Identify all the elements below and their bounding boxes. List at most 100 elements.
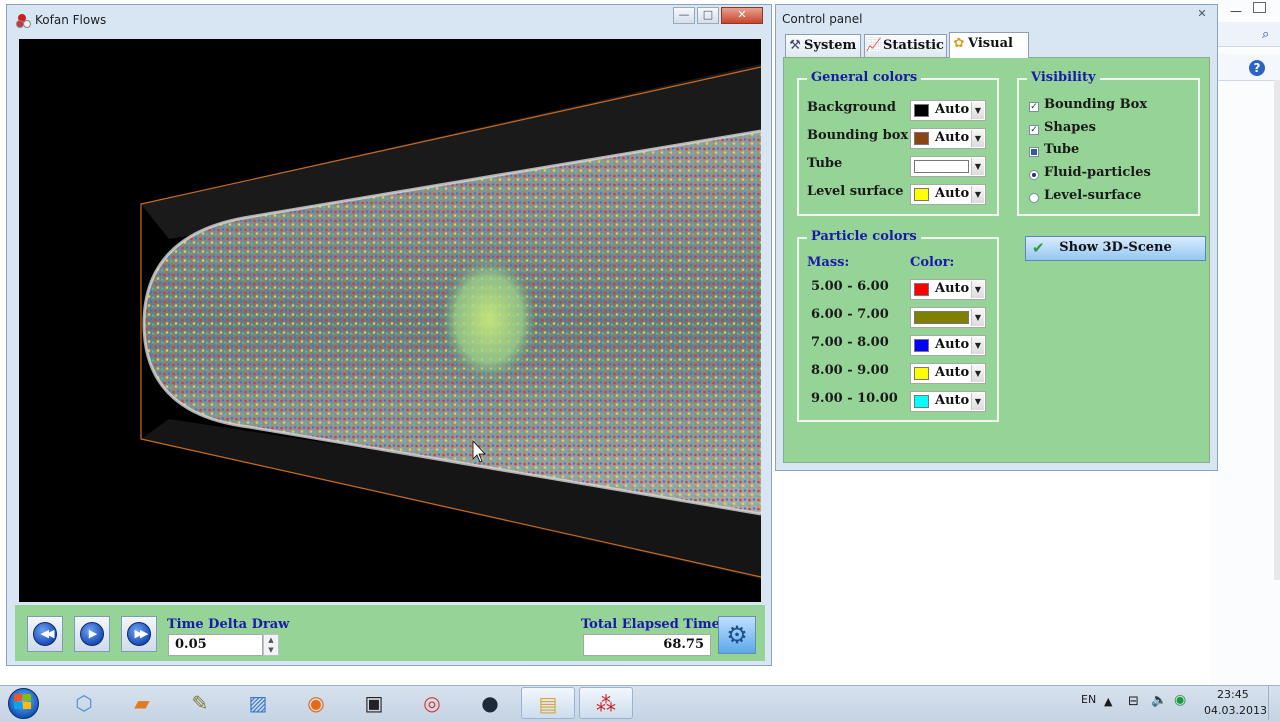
color-swatch — [914, 395, 929, 408]
visual-tab-panel: General colors Background Auto ▼ Boundin… — [783, 57, 1210, 463]
chevron-down-icon: ▼ — [971, 186, 984, 203]
tab-system[interactable]: ⚒ System — [785, 34, 861, 57]
tab-visual[interactable]: ✿ Visual — [949, 32, 1029, 58]
chevron-down-icon: ▼ — [971, 337, 984, 354]
background-label: Background — [807, 100, 896, 115]
fluid-particles-radio[interactable] — [1029, 170, 1039, 180]
color-swatch — [914, 104, 929, 117]
sublime-text-icon[interactable]: ▰ — [115, 687, 169, 719]
steam-icon[interactable]: ● — [463, 687, 517, 719]
level-surface-visibility-label: Level-surface — [1044, 188, 1142, 203]
firefox-icon[interactable]: ◉ — [289, 687, 343, 719]
minimize-button[interactable]: — — [673, 7, 695, 24]
close-button[interactable]: ✕ — [721, 7, 763, 24]
chrome-icon[interactable]: ◎ — [405, 687, 459, 719]
tube-checkbox[interactable] — [1029, 147, 1039, 157]
time-delta-stepper[interactable]: ▲ ▼ — [263, 634, 279, 656]
level-surface-label: Level surface — [807, 184, 904, 199]
color-swatch — [914, 188, 929, 201]
bounding-box-color-select[interactable]: Auto ▼ — [910, 128, 986, 149]
control-panel-close-button[interactable]: ✕ — [1191, 7, 1213, 24]
bounding-box-checkbox[interactable]: ✓ — [1029, 102, 1039, 112]
tab-statistic[interactable]: 📈Statistic — [864, 34, 947, 57]
title-bar[interactable]: Kofan Flows — □ ✕ — [7, 5, 771, 33]
clock-time[interactable]: 23:45 — [1217, 688, 1249, 701]
color-swatch — [914, 132, 929, 145]
visibility-group: Visibility ✓ Bounding Box ✓ Shapes Tube … — [1017, 70, 1200, 216]
level-surface-radio[interactable] — [1029, 193, 1039, 203]
particle-color-select[interactable]: Auto ▼ — [910, 391, 986, 412]
rewind-button[interactable]: ◀◀ — [27, 616, 63, 652]
floppy-icon[interactable]: ▣ — [347, 687, 401, 719]
chevron-down-icon: ▼ — [971, 365, 984, 382]
clock-date[interactable]: 04.03.2013 — [1204, 704, 1267, 717]
fast-forward-button[interactable]: ▶▶ — [121, 616, 157, 652]
background-minimize-button[interactable]: — — [1230, 4, 1242, 18]
show-desktop-button[interactable] — [1268, 686, 1280, 720]
tools-icon: ⚒ — [789, 38, 801, 53]
kofan-flows-window: Kofan Flows — □ ✕ ◀◀ ▶ ▶▶ Time Delta Dra… — [6, 4, 772, 666]
app-tray-icon[interactable]: ◉ — [1174, 692, 1186, 708]
particle-colors-group: Particle colors Mass: Color: 5.00 - 6.00… — [797, 229, 999, 422]
control-panel-title: Control panel — [782, 12, 863, 26]
tube-color-select[interactable]: ▼ — [910, 156, 986, 177]
background-maximize-button[interactable] — [1253, 2, 1266, 13]
network-icon[interactable]: ⊟ — [1128, 694, 1139, 709]
chart-icon: 📈 — [865, 38, 883, 53]
start-button[interactable] — [4, 687, 44, 720]
tube-label: Tube — [807, 156, 843, 171]
mass-range-label: 8.00 - 9.00 — [811, 363, 889, 378]
chevron-down-icon: ▼ — [971, 309, 984, 326]
tube-visibility-label: Tube — [1044, 142, 1080, 157]
color-swatch — [914, 283, 929, 296]
show-3d-scene-button[interactable]: ✔ Show 3D-Scene — [1025, 236, 1206, 261]
chevron-down-icon: ▼ — [971, 393, 984, 410]
chevron-down-icon: ▼ — [971, 102, 984, 119]
background-color-select[interactable]: Auto ▼ — [910, 100, 986, 121]
particle-color-select[interactable]: Auto ▼ — [910, 335, 986, 356]
search-icon[interactable]: ⌕ — [1262, 27, 1269, 42]
background-scrollbar[interactable] — [1274, 80, 1280, 580]
mass-range-label: 9.00 - 10.00 — [811, 391, 898, 406]
maximize-button[interactable]: □ — [697, 7, 719, 24]
general-colors-group: General colors Background Auto ▼ Boundin… — [797, 70, 999, 216]
3d-box-icon[interactable]: ⬡ — [57, 687, 111, 719]
particle-color-select[interactable]: Auto ▼ — [910, 279, 986, 300]
settings-button[interactable]: ⚙ — [718, 616, 756, 654]
time-delta-input[interactable]: 0.05 — [168, 634, 263, 656]
background-address-bar — [1218, 22, 1280, 47]
fast-forward-icon: ▶▶ — [127, 622, 151, 646]
play-icon: ▶ — [80, 622, 104, 646]
window-title: Kofan Flows — [35, 13, 107, 27]
mass-header: Mass: — [807, 255, 850, 270]
fluid-particles-label: Fluid-particles — [1044, 165, 1151, 180]
color-header: Color: — [910, 255, 955, 270]
tray-expand-icon[interactable]: ▲ — [1104, 695, 1112, 708]
help-icon[interactable]: ? — [1249, 60, 1265, 76]
particle-color-select[interactable]: ▼ — [910, 307, 986, 328]
level-surface — [441, 257, 537, 381]
language-indicator[interactable]: EN — [1081, 693, 1096, 706]
chevron-down-icon: ▼ — [971, 281, 984, 298]
play-button[interactable]: ▶ — [74, 616, 110, 652]
mass-range-label: 6.00 - 7.00 — [811, 307, 889, 322]
3d-scene-viewport[interactable] — [19, 39, 761, 602]
total-elapsed-label: Total Elapsed Time — [581, 617, 720, 632]
mass-range-label: 7.00 - 8.00 — [811, 335, 889, 350]
particle-colors-title: Particle colors — [807, 229, 921, 244]
explorer-folder-icon[interactable]: ▤ — [521, 687, 575, 719]
tube-particles-render — [140, 64, 761, 579]
particle-color-select[interactable]: Auto ▼ — [910, 363, 986, 384]
level-surface-color-select[interactable]: Auto ▼ — [910, 184, 986, 205]
background-window — [1210, 0, 1280, 685]
windows-flag-icon — [14, 694, 33, 711]
shapes-label: Shapes — [1044, 120, 1096, 135]
paint-icon[interactable]: ▨ — [231, 687, 285, 719]
general-colors-title: General colors — [807, 70, 922, 85]
notepad-icon[interactable]: ✎ — [173, 687, 227, 719]
kofan-flows-icon[interactable]: ⁂ — [579, 687, 633, 719]
volume-icon[interactable]: 🔈 — [1151, 693, 1167, 708]
shapes-checkbox[interactable]: ✓ — [1029, 125, 1039, 135]
palette-icon: ✿ — [953, 36, 965, 51]
bounding-box-visibility-label: Bounding Box — [1044, 97, 1148, 112]
